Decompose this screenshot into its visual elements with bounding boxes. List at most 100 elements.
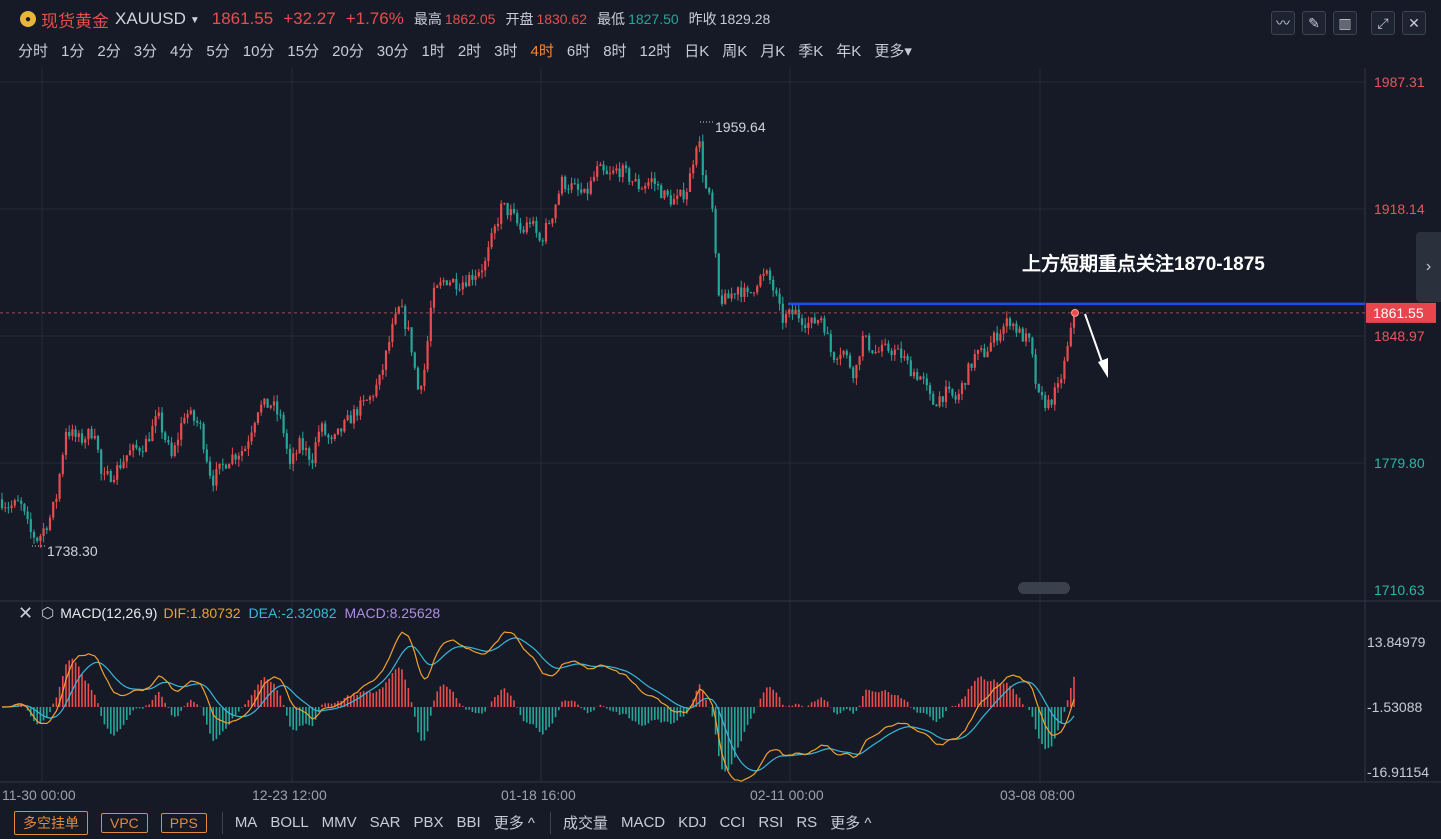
candle-body xyxy=(378,374,381,385)
time-tick-label: 03-08 08:00 xyxy=(1000,787,1075,803)
candle-body xyxy=(346,415,349,421)
candle-body xyxy=(144,439,148,453)
candle-body xyxy=(269,405,272,408)
candle-body xyxy=(1005,318,1008,327)
candle-body xyxy=(109,471,112,482)
candle-body xyxy=(784,314,788,323)
candle-body xyxy=(797,309,800,319)
candle-body xyxy=(807,322,810,328)
candle-body xyxy=(532,220,535,224)
candle-body xyxy=(90,428,93,439)
candle-body xyxy=(669,195,672,205)
candle-body xyxy=(820,318,823,321)
main-indicator-pbx[interactable]: PBX xyxy=(414,814,444,831)
candle-body xyxy=(160,412,164,433)
chart-canvas[interactable]: 1987.31 1918.14 1848.97 1779.80 1710.63 1861.… xyxy=(0,0,1441,806)
candle-body xyxy=(407,327,410,330)
time-axis: 11-30 00:00 12-23 12:00 01-18 16:00 02-11 0… xyxy=(2,787,1075,803)
candle-body xyxy=(772,279,775,291)
candle-body xyxy=(189,410,192,414)
candle-body xyxy=(26,511,29,520)
sub-indicator-kdj[interactable]: KDJ xyxy=(678,814,706,831)
candle-body xyxy=(676,195,679,200)
candle-body xyxy=(154,416,157,426)
candle-body xyxy=(106,471,109,474)
candle-body xyxy=(164,432,167,440)
candle-body xyxy=(301,438,304,451)
candle-body xyxy=(794,309,797,315)
candle-body xyxy=(439,282,442,286)
candle-body xyxy=(554,204,557,219)
candle-body xyxy=(708,188,711,193)
main-indicator-mmv[interactable]: MMV xyxy=(322,814,357,831)
macd-value: MACD:8.25628 xyxy=(344,605,441,621)
candle-body xyxy=(967,363,970,385)
candle-body xyxy=(362,400,365,402)
candle-body xyxy=(1050,399,1053,405)
order-button-vpc[interactable]: VPC xyxy=(101,812,148,833)
candle-body xyxy=(855,364,858,379)
candle-body xyxy=(263,398,266,405)
order-button-long-short[interactable]: 多空挂单 xyxy=(14,810,88,835)
sub-indicator-volume[interactable]: 成交量 xyxy=(563,812,608,833)
candle-body xyxy=(503,202,506,204)
down-arrow-shaft xyxy=(1084,313,1104,366)
candle-body xyxy=(762,273,765,276)
candle-body xyxy=(112,479,116,482)
candle-body xyxy=(375,384,378,397)
candle-body xyxy=(884,343,887,345)
macd-params: MACD(12,26,9) xyxy=(60,605,158,621)
candle-body xyxy=(640,188,644,190)
sub-indicator-more[interactable]: 更多 ^ xyxy=(830,812,871,833)
candle-body xyxy=(647,182,650,186)
order-button-pps[interactable]: PPS xyxy=(160,812,207,833)
down-arrow-head xyxy=(1098,358,1108,378)
candle-body xyxy=(650,178,653,183)
candle-body xyxy=(964,383,967,385)
main-indicator-ma[interactable]: MA xyxy=(235,814,258,831)
candle-body xyxy=(448,282,452,286)
candle-body xyxy=(644,185,647,189)
candle-body xyxy=(224,464,228,469)
candle-body xyxy=(32,531,36,538)
sub-indicator-macd[interactable]: MACD xyxy=(621,814,665,831)
candle-body xyxy=(628,168,631,182)
candle-body xyxy=(1063,360,1066,380)
candle-body xyxy=(695,147,698,165)
expand-panel-arrow-icon[interactable]: › xyxy=(1416,232,1441,302)
candle-body xyxy=(212,475,215,486)
main-indicator-more[interactable]: 更多 ^ xyxy=(494,812,535,833)
main-indicator-bbi[interactable]: BBI xyxy=(457,814,481,831)
candle-body xyxy=(64,432,68,456)
candle-body xyxy=(477,272,480,276)
sub-indicator-rs[interactable]: RS xyxy=(796,814,817,831)
candle-body xyxy=(320,423,324,432)
candle-body xyxy=(1044,395,1047,409)
candle-body xyxy=(791,309,794,315)
main-indicator-sar[interactable]: SAR xyxy=(370,814,401,831)
candle-body xyxy=(906,356,909,361)
candle-body xyxy=(823,318,826,333)
candle-body xyxy=(1024,333,1028,342)
candle-body xyxy=(4,507,7,509)
main-indicator-boll[interactable]: BOLL xyxy=(270,814,308,831)
candle-body xyxy=(10,505,13,509)
candle-body xyxy=(768,270,772,280)
sub-indicator-cci[interactable]: CCI xyxy=(719,814,745,831)
candle-body xyxy=(935,404,938,407)
candle-body xyxy=(231,454,234,464)
price-tick-label: 1710.63 xyxy=(1374,582,1425,598)
candle-body xyxy=(573,183,576,185)
candle-body xyxy=(1018,328,1021,333)
candle-body xyxy=(452,278,455,283)
candle-body xyxy=(221,463,224,465)
sub-indicator-rsi[interactable]: RSI xyxy=(758,814,783,831)
close-indicator-icon[interactable]: ✕ xyxy=(18,603,33,624)
chart-grid xyxy=(0,68,1441,783)
candle-body xyxy=(132,444,135,451)
indicator-settings-icon[interactable]: ⬡ xyxy=(41,604,54,622)
candle-body xyxy=(516,213,519,224)
candle-body xyxy=(743,287,746,297)
candle-body xyxy=(903,356,906,358)
candle-body xyxy=(538,232,541,241)
